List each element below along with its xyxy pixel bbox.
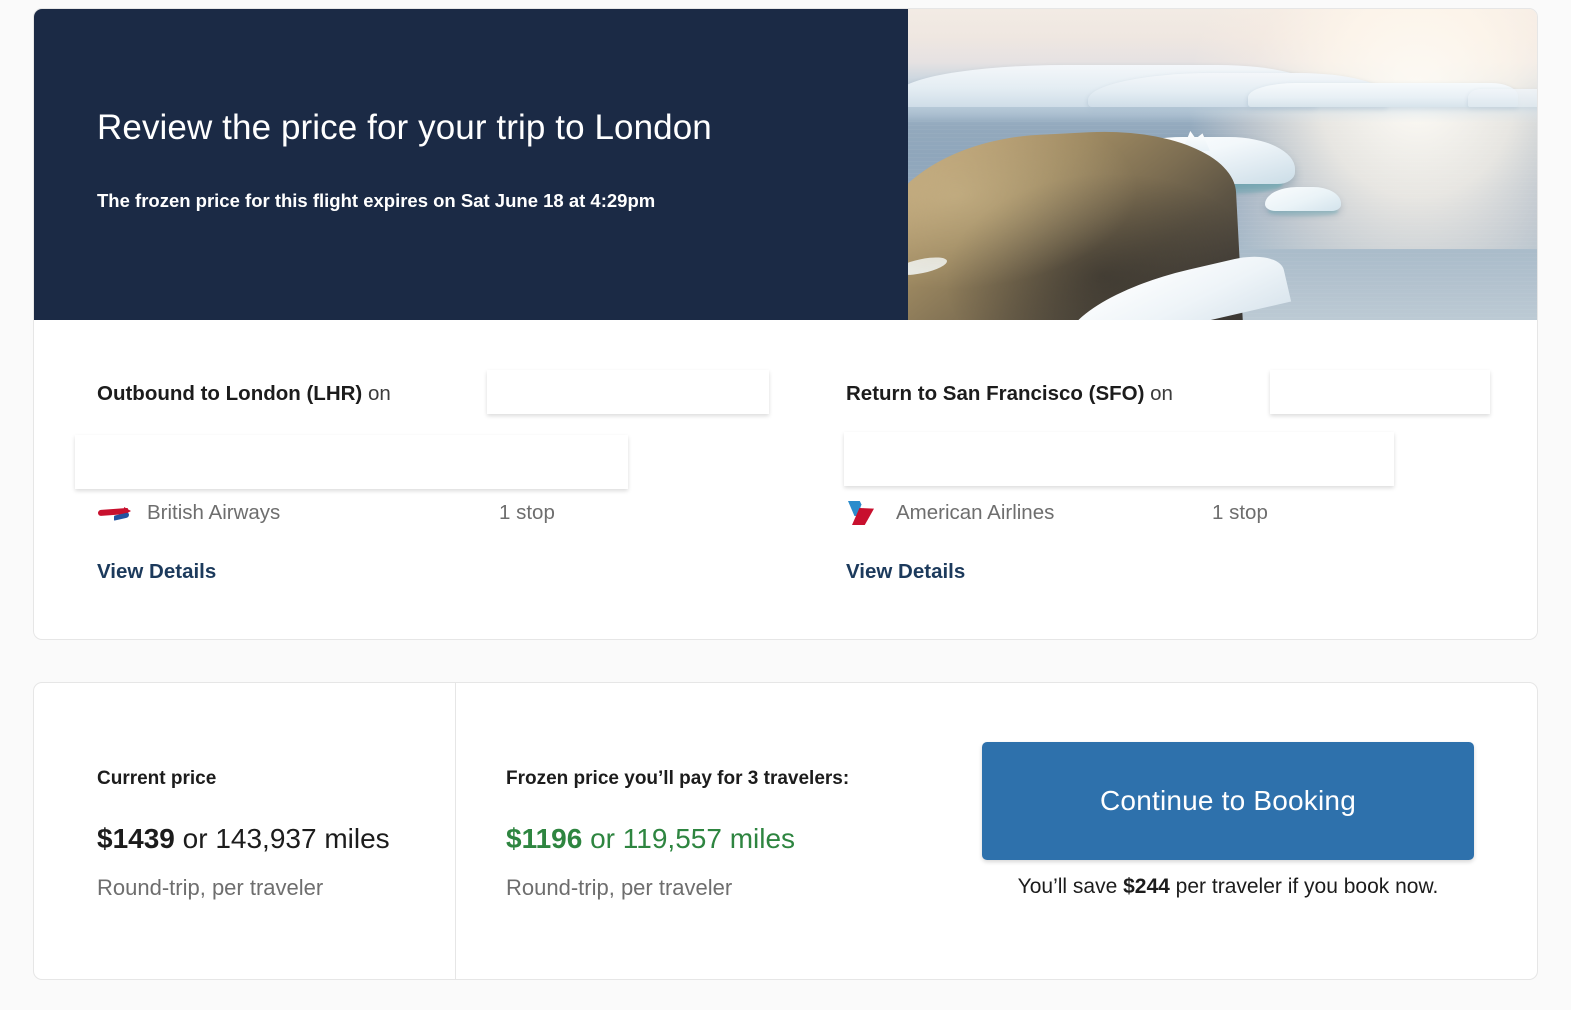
price-freeze-review-page: Review the price for your trip to London…: [0, 0, 1571, 1010]
price-expiry-notice: The frozen price for this flight expires…: [97, 190, 656, 211]
british-airways-logo-icon: [97, 500, 131, 526]
hero-banner: Review the price for your trip to London…: [34, 9, 1537, 320]
savings-message: You’ll save $244 per traveler if you boo…: [982, 875, 1474, 899]
page-title: Review the price for your trip to London: [97, 108, 712, 147]
return-stops: 1 stop: [1212, 501, 1268, 524]
outbound-airline-name: British Airways: [147, 501, 281, 524]
current-price-label: Current price: [97, 768, 217, 789]
frozen-price-label: Frozen price you’ll pay for 3 travelers:: [506, 768, 850, 789]
return-time-field[interactable]: [844, 432, 1394, 486]
outbound-heading-on: on: [362, 382, 391, 405]
price-column-divider: [455, 683, 456, 979]
outbound-heading: Outbound to London (LHR) on: [97, 382, 391, 406]
outbound-view-details-link[interactable]: View Details: [97, 560, 216, 584]
return-heading: Return to San Francisco (SFO) on: [846, 382, 1173, 406]
frozen-price-note: Round-trip, per traveler: [506, 875, 733, 900]
frozen-price-value: $1196: [506, 823, 583, 854]
flight-summary-card: Review the price for your trip to London…: [33, 8, 1538, 640]
outbound-time-field[interactable]: [75, 435, 628, 489]
outbound-heading-destination: Outbound to London (LHR): [97, 382, 363, 405]
return-airline-row: American Airlines: [846, 498, 1054, 528]
outbound-stops: 1 stop: [499, 501, 555, 524]
frozen-price-amount: $1196 or 119,557 miles: [506, 823, 795, 855]
small-iceberg-icon: [1265, 187, 1341, 211]
hero-text-pane: Review the price for your trip to London…: [34, 9, 908, 320]
savings-suffix: per traveler if you book now.: [1169, 875, 1439, 898]
return-airline-name: American Airlines: [896, 501, 1055, 524]
price-comparison-card: Current price $1439 or 143,937 miles Rou…: [33, 682, 1538, 980]
return-heading-on: on: [1144, 382, 1173, 405]
return-heading-destination: Return to San Francisco (SFO): [846, 382, 1145, 405]
return-date-field[interactable]: [1270, 370, 1490, 414]
american-airlines-logo-icon: [846, 500, 880, 526]
outbound-date-field[interactable]: [487, 370, 769, 414]
frozen-price-miles: or 119,557 miles: [582, 823, 796, 854]
continue-to-booking-button[interactable]: Continue to Booking: [982, 742, 1474, 860]
return-view-details-link[interactable]: View Details: [846, 560, 965, 584]
flight-legs: Outbound to London (LHR) on British Airw…: [34, 320, 1537, 639]
distant-ice-shelf-icon: [1468, 89, 1537, 107]
current-price-note: Round-trip, per traveler: [97, 875, 324, 900]
savings-prefix: You’ll save: [1017, 875, 1124, 898]
current-price-miles: or 143,937 miles: [174, 823, 390, 854]
current-price-value: $1439: [97, 823, 175, 854]
current-price-amount: $1439 or 143,937 miles: [97, 823, 390, 855]
snow-patch: [908, 253, 949, 279]
savings-amount: $244: [1123, 875, 1170, 898]
arctic-iceberg-photo: [908, 9, 1537, 320]
outbound-airline-row: British Airways: [97, 498, 280, 528]
